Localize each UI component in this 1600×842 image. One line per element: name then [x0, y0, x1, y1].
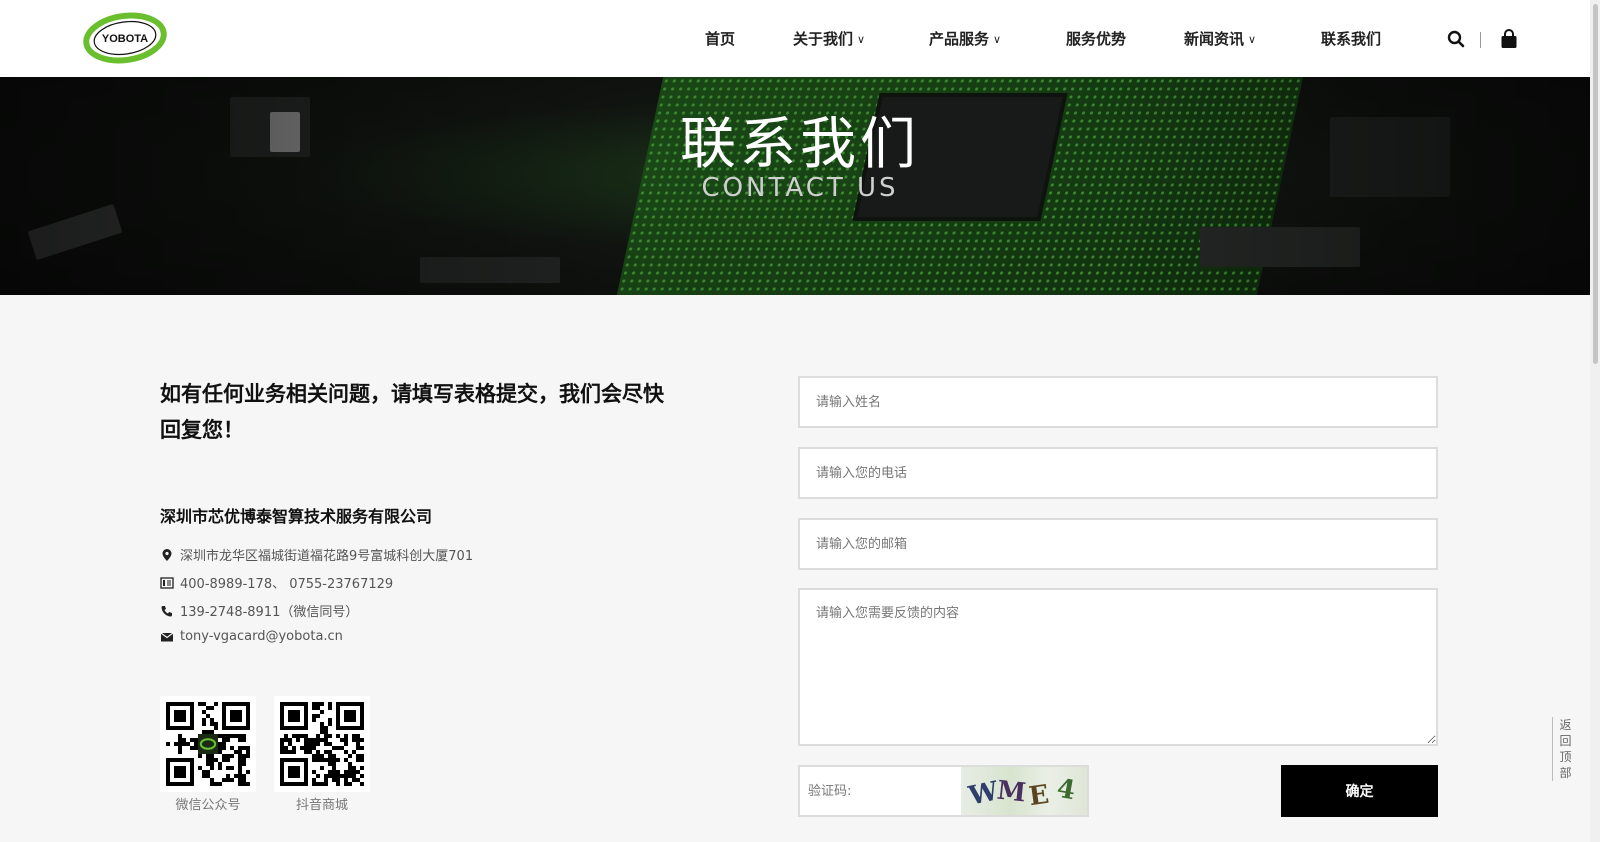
back-to-top-char: 返 — [1559, 718, 1572, 732]
intro-text: 如有任何业务相关问题，请填写表格提交，我们会尽快回复您！ — [160, 382, 664, 442]
site-header: YOBOTA 首页 关于我们 ∨ 产品服务 ∨ 服务优势 新闻资讯 ∨ 联系我们 — [0, 0, 1600, 77]
back-to-top-char: 回 — [1559, 734, 1572, 748]
mobile-text: 139-2748-8911（微信同号） — [180, 605, 359, 620]
name-input[interactable] — [798, 376, 1438, 428]
captcha-image[interactable]: W M E 4 — [961, 765, 1089, 817]
page-subtitle: CONTACT US — [701, 173, 899, 203]
main-nav: 首页 关于我们 ∨ 产品服务 ∨ 服务优势 新闻资讯 ∨ 联系我们 — [0, 0, 1600, 77]
chevron-down-icon: ∨ — [993, 33, 1002, 46]
email-input[interactable] — [798, 518, 1438, 570]
douyin-qr-label: 抖音商城 — [295, 798, 348, 813]
page-scrollbar-thumb[interactable] — [1593, 4, 1598, 364]
fax-phone-icon — [160, 576, 174, 589]
nav-news-label: 新闻资讯 — [1184, 30, 1245, 48]
back-to-top-button[interactable]: 返 回 顶 部 — [1552, 717, 1574, 781]
phone-input[interactable] — [798, 447, 1438, 499]
captcha-char: M — [995, 775, 1028, 809]
back-to-top-char: 部 — [1559, 766, 1572, 780]
wechat-qr-code — [160, 696, 256, 792]
address-row: 深圳市龙华区福城街道福花路9号富城科创大厦701 — [160, 545, 473, 564]
nav-advantages-label: 服务优势 — [1066, 30, 1127, 48]
back-to-top-char: 顶 — [1559, 750, 1572, 764]
captcha-input[interactable] — [798, 765, 961, 817]
email-text[interactable]: tony-vgacard@yobota.cn — [180, 629, 343, 644]
address-text: 深圳市龙华区福城街道福花路9号富城科创大厦701 — [180, 549, 474, 564]
nav-home-label: 首页 — [705, 30, 736, 48]
wechat-qr-label: 微信公众号 — [175, 798, 241, 813]
nav-news[interactable]: 新闻资讯 ∨ — [1184, 28, 1256, 49]
company-name: 深圳市芯优博泰智算技术服务有限公司 — [160, 507, 433, 526]
nav-advantages[interactable]: 服务优势 — [1066, 28, 1126, 49]
captcha-char: E — [1027, 779, 1051, 813]
nav-contact-label: 联系我们 — [1321, 30, 1382, 48]
message-textarea[interactable] — [798, 588, 1438, 746]
envelope-icon — [160, 632, 174, 641]
chevron-down-icon: ∨ — [857, 33, 866, 46]
phone-text: 400-8989-178、 0755-23767129 — [180, 577, 394, 592]
header-divider — [1480, 32, 1481, 48]
captcha-char: 4 — [1054, 773, 1078, 807]
search-icon[interactable] — [1447, 30, 1467, 50]
email-row: tony-vgacard@yobota.cn — [160, 629, 343, 644]
nav-products[interactable]: 产品服务 ∨ — [929, 28, 1001, 49]
location-pin-icon — [162, 548, 172, 561]
submit-button[interactable]: 确定 — [1281, 765, 1438, 817]
chevron-down-icon: ∨ — [1248, 33, 1257, 46]
phone-row: 400-8989-178、 0755-23767129 — [160, 573, 393, 592]
mobile-row: 139-2748-8911（微信同号） — [160, 601, 358, 620]
nav-home[interactable]: 首页 — [705, 28, 735, 49]
phone-ringing-icon — [161, 605, 172, 616]
nav-products-label: 产品服务 — [929, 30, 990, 48]
nav-contact[interactable]: 联系我们 — [1321, 28, 1381, 49]
douyin-qr-code — [274, 696, 370, 792]
page-title: 联系我们 — [680, 112, 920, 177]
nav-about[interactable]: 关于我们 ∨ — [793, 28, 865, 49]
shopping-bag-icon[interactable] — [1500, 29, 1520, 49]
nav-about-label: 关于我们 — [793, 30, 854, 48]
